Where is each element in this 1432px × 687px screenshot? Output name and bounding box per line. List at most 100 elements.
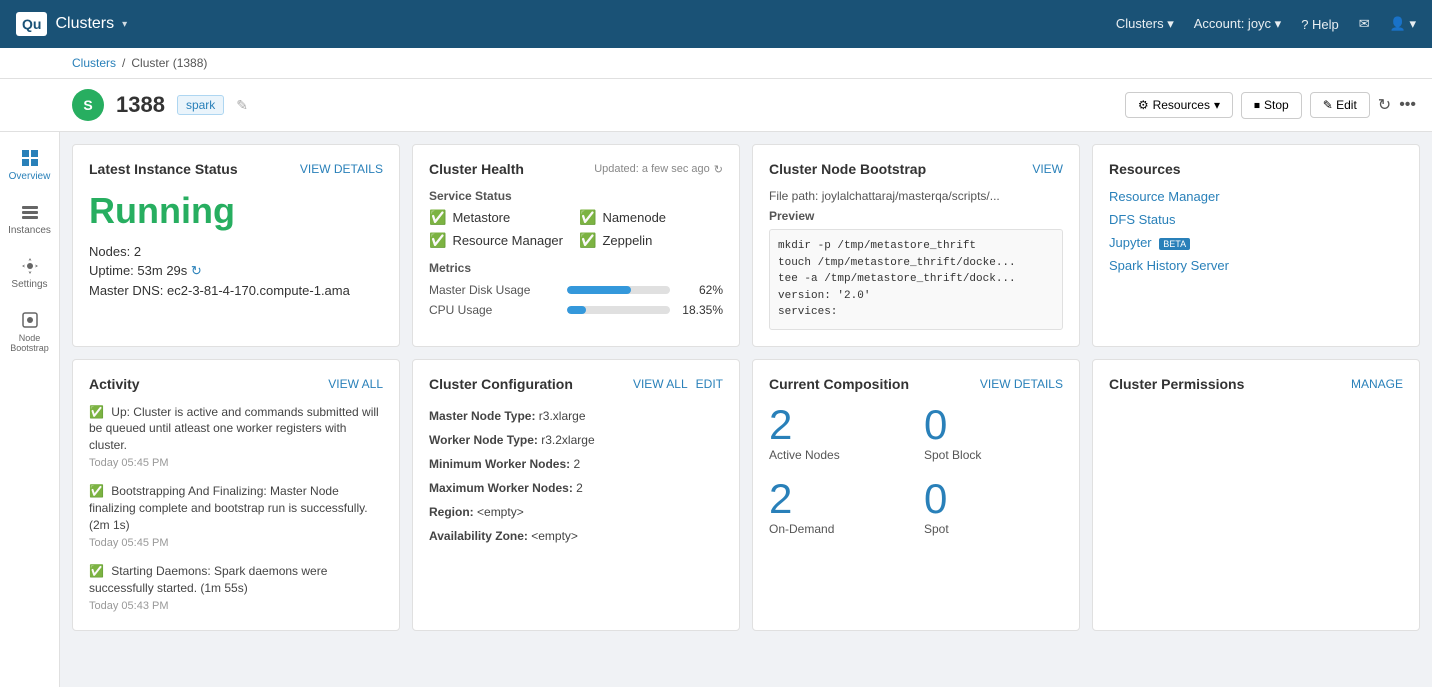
service-status-label: Service Status <box>429 189 723 203</box>
resource-manager-link[interactable]: Resource Manager <box>1109 189 1403 204</box>
activity-time-3: Today 05:43 PM <box>89 599 383 614</box>
sidebar-item-instances[interactable]: Instances <box>4 194 56 244</box>
spark-history-link[interactable]: Spark History Server <box>1109 258 1403 273</box>
sidebar: Overview Instances Settings Node Bootstr… <box>0 132 60 687</box>
topnav-left: Qu Clusters ▾ <box>16 12 127 36</box>
resources-button[interactable]: ⚙ Resources ▾ <box>1125 92 1233 118</box>
topnav-chevron-icon[interactable]: ▾ <box>122 19 127 30</box>
nav-user-icon[interactable]: 👤 ▾ <box>1390 16 1416 32</box>
resources-chevron-icon: ▾ <box>1214 98 1220 112</box>
config-view-all[interactable]: VIEW ALL <box>633 377 688 391</box>
stat-on-demand: 2 On-Demand <box>769 478 908 536</box>
permissions-header: Cluster Permissions MANAGE <box>1109 376 1403 392</box>
service-namenode: ✅ Namenode <box>579 209 723 226</box>
config-list: Master Node Type: r3.xlarge Worker Node … <box>429 404 723 548</box>
code-line-1: mkdir -p /tmp/metastore_thrift <box>778 238 1054 255</box>
service-resource-manager: ✅ Resource Manager <box>429 232 573 249</box>
spot-label: Spot <box>924 522 1063 536</box>
config-actions: VIEW ALL EDIT <box>633 377 723 391</box>
refresh-icon[interactable]: ↻ <box>714 163 723 176</box>
cluster-header-left: S 1388 spark ✎ <box>72 89 248 121</box>
bootstrap-title: Cluster Node Bootstrap <box>769 161 926 177</box>
permissions-card: Cluster Permissions MANAGE <box>1092 359 1420 632</box>
service-metastore: ✅ Metastore <box>429 209 573 226</box>
breadcrumb-parent[interactable]: Clusters <box>72 56 116 70</box>
edit-name-icon[interactable]: ✎ <box>236 97 248 114</box>
service-namenode-label: Namenode <box>602 210 666 225</box>
nav-messages-icon[interactable]: ✉ <box>1359 16 1370 32</box>
activity-header: Activity VIEW ALL <box>89 376 383 392</box>
sidebar-item-node-bootstrap[interactable]: Node Bootstrap <box>4 302 56 361</box>
nav-help[interactable]: ? Help <box>1301 17 1339 32</box>
activity-check-icon-1: ✅ <box>89 405 104 419</box>
sidebar-item-overview[interactable]: Overview <box>4 140 56 190</box>
latest-instance-title: Latest Instance Status <box>89 161 238 177</box>
bootstrap-card: Cluster Node Bootstrap VIEW File path: j… <box>752 144 1080 347</box>
spot-block-label: Spot Block <box>924 448 1063 462</box>
cluster-health-header: Cluster Health Updated: a few sec ago ↻ <box>429 161 723 177</box>
metric-cpu-usage: CPU Usage 18.35% <box>429 303 723 317</box>
stat-spot: 0 Spot <box>924 478 1063 536</box>
jupyter-link[interactable]: Jupyter BETA <box>1109 235 1403 250</box>
bootstrap-header: Cluster Node Bootstrap VIEW <box>769 161 1063 177</box>
breadcrumb-current: Cluster (1388) <box>131 56 207 70</box>
latest-instance-view-details[interactable]: VIEW DETAILS <box>300 162 383 176</box>
resources-title: Resources <box>1109 161 1181 177</box>
breadcrumb: Clusters / Cluster (1388) <box>0 48 1432 79</box>
cpu-progress-fill <box>567 306 586 314</box>
composition-card: Current Composition VIEW DETAILS 2 Activ… <box>752 359 1080 632</box>
edit-button[interactable]: ✎ Edit <box>1310 92 1370 118</box>
cluster-tag[interactable]: spark <box>177 95 224 115</box>
disk-progress-bar <box>567 286 670 294</box>
bootstrap-code-preview: mkdir -p /tmp/metastore_thrift touch /tm… <box>769 229 1063 330</box>
cluster-health-title: Cluster Health <box>429 161 524 177</box>
cluster-config-header: Cluster Configuration VIEW ALL EDIT <box>429 376 723 392</box>
cluster-config-title: Cluster Configuration <box>429 376 573 392</box>
config-master-node: Master Node Type: r3.xlarge <box>429 404 723 428</box>
metric-cpu-label: CPU Usage <box>429 303 559 317</box>
nodes-info: Nodes: 2 <box>89 244 383 259</box>
spot-number: 0 <box>924 478 1063 520</box>
health-update: Updated: a few sec ago ↻ <box>594 163 723 176</box>
main-layout: Overview Instances Settings Node Bootstr… <box>0 132 1432 687</box>
app-logo[interactable]: Qu <box>16 12 47 36</box>
disk-progress-fill <box>567 286 631 294</box>
cluster-name: 1388 <box>116 92 165 118</box>
cluster-health-card: Cluster Health Updated: a few sec ago ↻ … <box>412 144 740 347</box>
refresh-button[interactable]: ↻ <box>1378 95 1391 115</box>
activity-item-1: ✅ Up: Cluster is active and commands sub… <box>89 404 383 472</box>
config-az: Availability Zone: <empty> <box>429 524 723 548</box>
sync-icon: ↻ <box>191 263 202 278</box>
topnav-title: Clusters <box>55 15 114 33</box>
resources-icon: ⚙ <box>1138 98 1149 112</box>
active-nodes-label: Active Nodes <box>769 448 908 462</box>
cluster-config-card: Cluster Configuration VIEW ALL EDIT Mast… <box>412 359 740 632</box>
bootstrap-view-link[interactable]: VIEW <box>1032 162 1063 176</box>
activity-item-2: ✅ Bootstrapping And Finalizing: Master N… <box>89 483 383 551</box>
check-icon: ✅ <box>429 209 446 226</box>
activity-time-2: Today 05:45 PM <box>89 536 383 551</box>
config-edit[interactable]: EDIT <box>696 377 723 391</box>
config-region: Region: <empty> <box>429 500 723 524</box>
service-zeppelin: ✅ Zeppelin <box>579 232 723 249</box>
check-icon: ✅ <box>429 232 446 249</box>
more-options-button[interactable]: ••• <box>1399 96 1416 114</box>
pencil-icon: ✎ <box>1323 98 1333 112</box>
composition-view-details[interactable]: VIEW DETAILS <box>980 377 1063 391</box>
topnav-right: Clusters ▾ Account: joyc ▾ ? Help ✉ 👤 ▾ <box>1116 16 1416 32</box>
activity-check-icon-2: ✅ <box>89 484 104 498</box>
nav-account[interactable]: Account: joyc ▾ <box>1194 16 1281 32</box>
instance-status: Running <box>89 189 383 232</box>
service-resource-manager-label: Resource Manager <box>452 233 563 248</box>
activity-title: Activity <box>89 376 140 392</box>
main-content: Latest Instance Status VIEW DETAILS Runn… <box>60 132 1432 687</box>
activity-view-all[interactable]: VIEW ALL <box>328 377 383 391</box>
permissions-manage[interactable]: MANAGE <box>1351 377 1403 391</box>
activity-time-1: Today 05:45 PM <box>89 456 383 471</box>
nav-clusters[interactable]: Clusters ▾ <box>1116 16 1174 32</box>
dfs-status-link[interactable]: DFS Status <box>1109 212 1403 227</box>
sidebar-settings-label: Settings <box>11 279 47 290</box>
config-min-workers: Minimum Worker Nodes: 2 <box>429 452 723 476</box>
sidebar-item-settings[interactable]: Settings <box>4 248 56 298</box>
stop-button[interactable]: ⏹ Stop <box>1241 92 1302 119</box>
